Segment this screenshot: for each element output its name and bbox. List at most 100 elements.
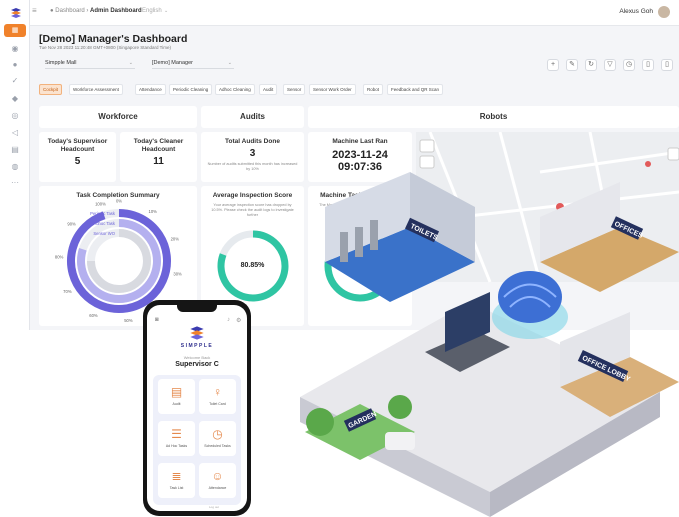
tile-label: Attendance bbox=[208, 486, 227, 490]
tile-label: Ad Hoc Tasks bbox=[165, 444, 188, 448]
card-title: Today's Supervisor Headcount bbox=[47, 138, 108, 153]
tab-adhoc-cleaning[interactable]: Adhoc Cleaning bbox=[215, 84, 255, 95]
refresh-button[interactable]: ↻ bbox=[585, 59, 597, 71]
radial-series-label: Adhoc Task bbox=[93, 221, 115, 226]
user-name[interactable]: Alexus Goh bbox=[619, 8, 653, 15]
tile-audit[interactable]: ▤ Audit bbox=[158, 379, 195, 414]
radial-tick-label: 90% bbox=[67, 222, 76, 227]
role-select[interactable]: [Demo] Manager ⌄ bbox=[152, 58, 234, 69]
more-icon[interactable]: ··· bbox=[8, 178, 22, 188]
settings-icon[interactable]: ⚙ bbox=[236, 317, 241, 324]
site-select-value: Simpple Mall bbox=[45, 60, 77, 66]
edit-icon: ✎ bbox=[569, 61, 575, 68]
tile-label: Audit bbox=[172, 402, 181, 406]
supervisor-headcount-card: Today's Supervisor Headcount 5 bbox=[39, 132, 116, 182]
user-icon[interactable]: ● bbox=[8, 60, 22, 70]
tile-label: Toilet Card bbox=[209, 402, 226, 406]
tab-periodic-cleaning[interactable]: Periodic Cleaning bbox=[169, 84, 213, 95]
edit-button[interactable]: ✎ bbox=[566, 59, 578, 71]
radial-tick-label: 10% bbox=[149, 209, 158, 214]
tab-sensor[interactable]: Sensor bbox=[283, 84, 306, 95]
menu-grid: ▤ Audit ♀ Toilet Card ☰ Ad Hoc Tasks ◷ Sched… bbox=[153, 375, 241, 505]
add-button[interactable]: + bbox=[547, 59, 559, 71]
breadcrumb: ● Dashboard › Admin Dashboard bbox=[50, 8, 142, 14]
history-button[interactable]: ◷ bbox=[623, 59, 635, 71]
radial-tick-label: 80% bbox=[55, 255, 64, 260]
radial-tick-label: 0% bbox=[116, 199, 122, 204]
home-icon[interactable] bbox=[667, 147, 679, 161]
document-icon[interactable]: ▤ bbox=[8, 145, 22, 155]
tile-label: Scheduled Tasks bbox=[204, 444, 231, 448]
page-title: [Demo] Manager's Dashboard bbox=[39, 33, 188, 45]
radial-tick-label: 100% bbox=[95, 201, 106, 206]
menu-icon[interactable]: ≡ bbox=[32, 6, 37, 15]
breadcrumb-current: Admin Dashboard bbox=[90, 8, 142, 14]
schedule-icon: ◷ bbox=[212, 427, 223, 441]
notification-bell-icon[interactable]: ♪ bbox=[227, 317, 230, 323]
section-robots: Robots bbox=[308, 106, 679, 128]
language-selector[interactable]: English bbox=[142, 8, 162, 14]
card-value: 5 bbox=[74, 156, 81, 167]
tab-attendance[interactable]: Attendance bbox=[135, 84, 166, 95]
cleaner-headcount-card: Today's Cleaner Headcount 11 bbox=[120, 132, 197, 182]
robot-map-illustration: TOILETS OFFICES OFFICE LOBBY GARDEN bbox=[300, 132, 679, 517]
welcome-text: Welcome Back bbox=[183, 355, 211, 360]
page-subtitle: Tue Nov 28 2023 11:20:48 GMT+0800 (Singa… bbox=[39, 45, 171, 50]
location-icon[interactable]: ◉ bbox=[8, 44, 22, 54]
tab-workforce-assessment[interactable]: Workforce Assessment bbox=[69, 84, 123, 95]
dashboard-icon: ▦ bbox=[11, 27, 19, 34]
audit-icon: ▤ bbox=[170, 385, 183, 399]
radial-series-label: Sensor WO bbox=[93, 231, 115, 236]
export-button[interactable]: ▯ bbox=[642, 59, 654, 71]
globe-icon[interactable]: ◍ bbox=[8, 162, 22, 172]
tile-task-list[interactable]: ≣ Task List bbox=[158, 463, 195, 498]
sidebar-item-dashboard[interactable]: ▦ bbox=[4, 24, 26, 37]
filter-button[interactable]: ▽ bbox=[604, 59, 616, 71]
chevron-down-icon: ⌄ bbox=[128, 60, 133, 66]
chevron-down-icon: ⌄ bbox=[164, 8, 169, 14]
map-pin-icon[interactable] bbox=[419, 155, 435, 169]
plus-icon: + bbox=[550, 61, 556, 68]
radial-tick-label: 60% bbox=[89, 313, 98, 318]
tile-attendance[interactable]: ☺ Attendance bbox=[199, 463, 236, 498]
logout-link[interactable]: Log out bbox=[209, 505, 219, 509]
simpple-logo bbox=[190, 326, 204, 340]
breadcrumb-root[interactable]: Dashboard bbox=[55, 8, 84, 14]
brand-name: SIMPPLE bbox=[180, 343, 214, 349]
radial-bar-0 bbox=[67, 209, 171, 313]
tile-toilet-card[interactable]: ♀ Toilet Card bbox=[199, 379, 236, 414]
file-icon: ▯ bbox=[646, 61, 650, 68]
avatar[interactable] bbox=[657, 5, 671, 19]
toilet-icon: ♀ bbox=[213, 385, 222, 399]
tab-audit[interactable]: Audit bbox=[259, 84, 278, 95]
phone-notch bbox=[177, 305, 217, 312]
section-audits: Audits bbox=[201, 106, 304, 128]
phone-screen: ◙ ♪ ⚙ SIMPPLE Welcome Back Supervisor C … bbox=[147, 305, 247, 511]
tile-ad-hoc-tasks[interactable]: ☰ Ad Hoc Tasks bbox=[158, 421, 195, 456]
site-select[interactable]: Simpple Mall ⌄ bbox=[45, 58, 135, 69]
tree-icon bbox=[306, 408, 334, 436]
camera-icon[interactable]: ◙ bbox=[155, 317, 159, 323]
refresh-icon: ↻ bbox=[588, 61, 594, 68]
home-icon: ● bbox=[50, 8, 54, 14]
tab-feedback-and-qr-scan[interactable]: Feedback and QR Scan bbox=[387, 84, 444, 95]
download-icon: ▯ bbox=[665, 61, 669, 68]
tab-sensor-work-order[interactable]: Sensor Work Order bbox=[309, 84, 356, 95]
tab-robot[interactable]: Robot bbox=[363, 84, 384, 95]
map-pin bbox=[645, 161, 651, 167]
attendance-icon: ☺ bbox=[211, 469, 224, 483]
layers-icon[interactable] bbox=[419, 139, 435, 153]
tile-scheduled-tasks[interactable]: ◷ Scheduled Tasks bbox=[199, 421, 236, 456]
radial-series-label: Periodic Task bbox=[90, 211, 116, 216]
megaphone-icon[interactable]: ◁ bbox=[8, 128, 22, 138]
tag-icon[interactable]: ◆ bbox=[8, 94, 22, 104]
robot-icon bbox=[385, 432, 415, 450]
people-icon[interactable]: ◎ bbox=[8, 111, 22, 121]
check-icon[interactable]: ✓ bbox=[8, 76, 22, 86]
sidebar: ▦ ◉ ● ✓ ◆ ◎ ◁ ▤ ◍ ··· bbox=[0, 0, 30, 330]
phone-mockup: ◙ ♪ ⚙ SIMPPLE Welcome Back Supervisor C … bbox=[143, 300, 251, 516]
download-button[interactable]: ▯ bbox=[661, 59, 673, 71]
tab-cockpit[interactable]: Cockpit bbox=[39, 84, 63, 95]
list-icon: ≣ bbox=[171, 469, 182, 483]
section-workforce: Workforce bbox=[39, 106, 197, 128]
